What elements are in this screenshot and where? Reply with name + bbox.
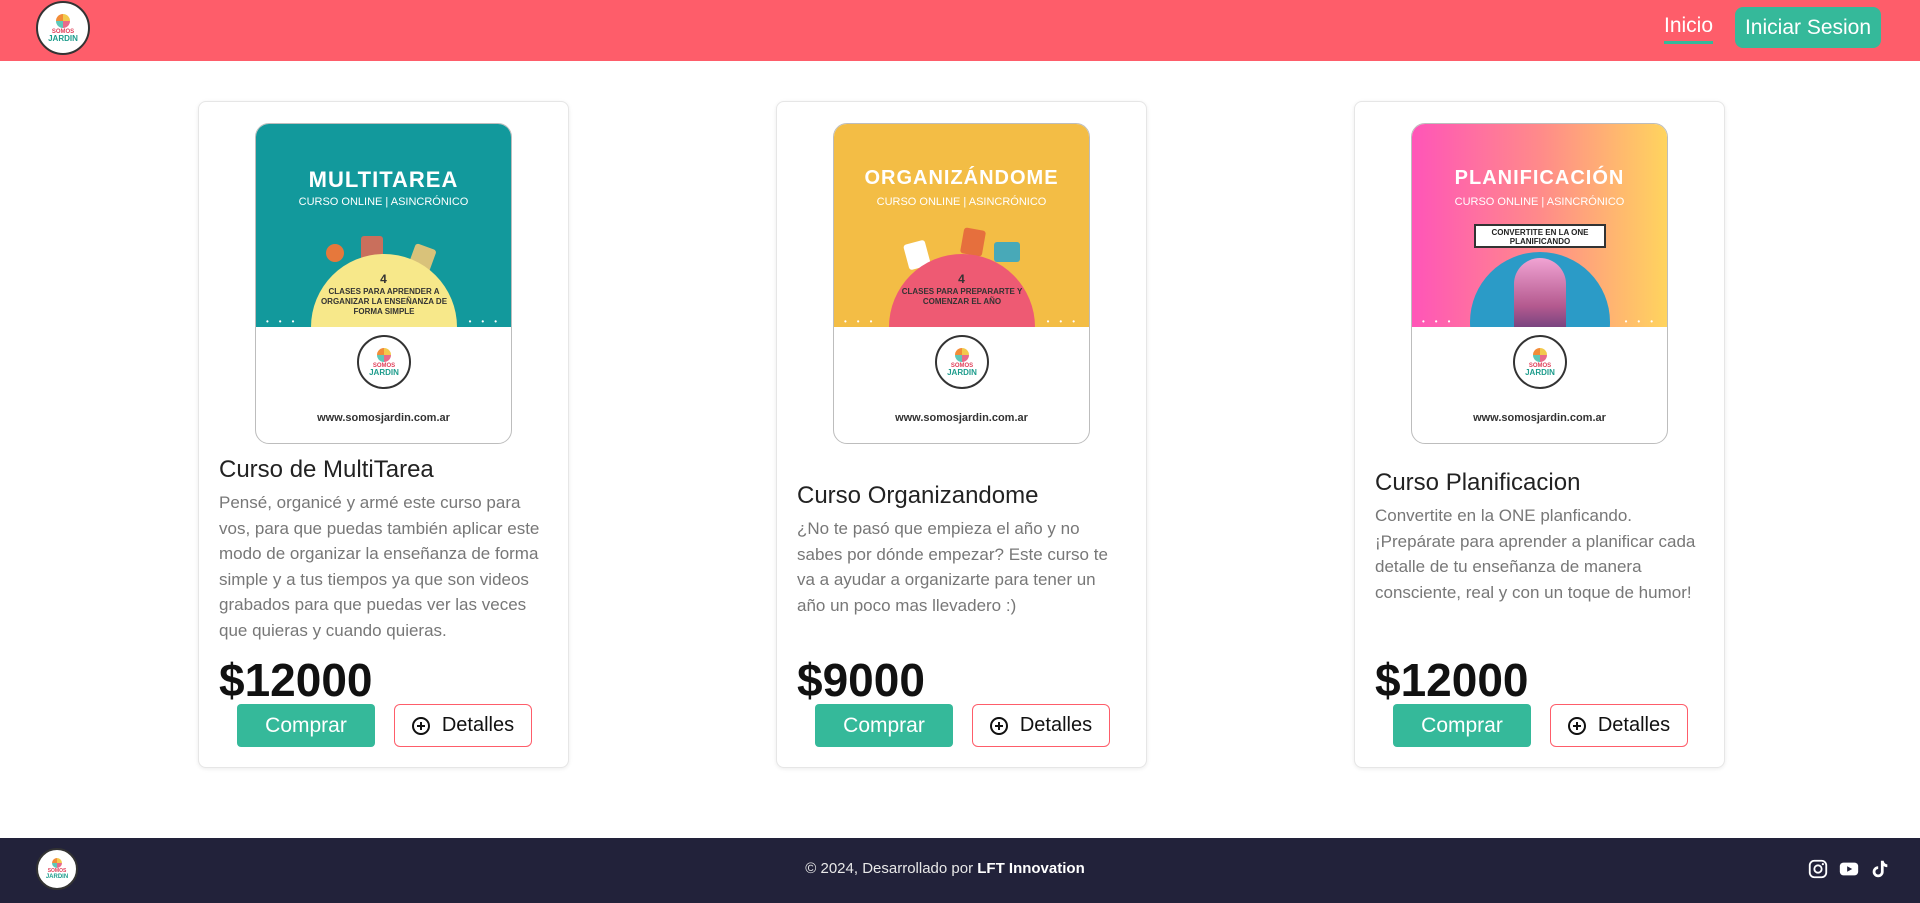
cover-subtitle: CURSO ONLINE | ASINCRÓNICO	[1454, 196, 1625, 208]
cover-banner: PLANIFICACIÓN CURSO ONLINE | ASINCRÓNICO…	[1412, 124, 1667, 327]
logo-text-bottom: JARDIN	[369, 367, 399, 377]
lightbulb-icon	[1533, 347, 1547, 362]
details-button[interactable]: Detalles	[1550, 704, 1688, 747]
course-card-multitarea: MULTITAREA CURSO ONLINE | ASINCRÓNICO 4 …	[198, 101, 569, 768]
course-cover-image: MULTITAREA CURSO ONLINE | ASINCRÓNICO 4 …	[255, 123, 512, 444]
cover-url: www.somosjardin.com.ar	[317, 412, 450, 424]
buy-button[interactable]: Comprar	[815, 704, 953, 747]
cover-caption: CLASES PARA APRENDER A ORGANIZAR LA ENSE…	[320, 287, 448, 316]
course-card-organizandome: ORGANIZÁNDOME CURSO ONLINE | ASINCRÓNICO…	[776, 101, 1147, 768]
copyright-company[interactable]: LFT Innovation	[977, 860, 1084, 877]
course-price: $12000	[1375, 654, 1529, 706]
cover-dots: •••	[1046, 317, 1085, 326]
cover-dots: •••	[266, 317, 305, 326]
instagram-icon[interactable]	[1807, 858, 1829, 880]
nav-link-inicio[interactable]: Inicio	[1664, 14, 1714, 44]
course-description: Convertite en la ONE planficando. ¡Prepá…	[1375, 506, 1696, 602]
cover-banner: ORGANIZÁNDOME CURSO ONLINE | ASINCRÓNICO…	[834, 124, 1089, 327]
cover-logo: SOMOS JARDIN	[935, 335, 989, 389]
copyright-text: © 2024, Desarrollado por LFT Innovation	[0, 860, 1890, 877]
site-logo[interactable]: SOMOS JARDIN	[36, 1, 90, 55]
details-button[interactable]: Detalles	[972, 704, 1110, 747]
logo-text-bottom: JARDIN	[1525, 367, 1555, 377]
cover-title: MULTITAREA	[308, 167, 459, 192]
cover-url: www.somosjardin.com.ar	[1473, 412, 1606, 424]
cover-dots: •••	[844, 317, 883, 326]
tiktok-icon[interactable]	[1869, 858, 1891, 880]
top-navbar: SOMOS JARDIN Inicio Iniciar Sesion	[0, 0, 1920, 61]
portrait-illustration	[1470, 252, 1610, 327]
cover-dots: •••	[468, 317, 507, 326]
youtube-icon[interactable]	[1838, 858, 1860, 880]
course-title: Curso de MultiTarea	[219, 456, 434, 483]
course-title: Curso Planificacion	[1375, 469, 1581, 496]
buy-button[interactable]: Comprar	[1393, 704, 1531, 747]
logo-text-bottom: JARDIN	[947, 367, 977, 377]
buy-button[interactable]: Comprar	[237, 704, 375, 747]
plus-circle-icon	[1567, 716, 1586, 735]
course-title: Curso Organizandome	[797, 482, 1039, 509]
lightbulb-icon	[56, 13, 70, 28]
cover-dots: •••	[1422, 317, 1461, 326]
cover-logo: SOMOS JARDIN	[357, 335, 411, 389]
cover-title: PLANIFICACIÓN	[1454, 167, 1625, 189]
details-label: Detalles	[441, 714, 515, 736]
cover-caption: CLASES PARA PREPARARTE Y COMENZAR EL AÑO	[901, 287, 1023, 306]
cover-url: www.somosjardin.com.ar	[895, 412, 1028, 424]
lightbulb-icon	[955, 347, 969, 362]
logo-text-bottom: JARDIN	[48, 33, 78, 43]
notebook-icon	[959, 227, 987, 257]
details-button[interactable]: Detalles	[394, 704, 532, 747]
cover-number: 4	[380, 272, 387, 286]
laptop-icon	[994, 242, 1020, 262]
course-cover-image: PLANIFICACIÓN CURSO ONLINE | ASINCRÓNICO…	[1411, 123, 1668, 444]
cover-number: 4	[958, 272, 965, 286]
copyright-prefix: © 2024, Desarrollado por	[805, 860, 978, 877]
site-footer: SOMOS JARDIN © 2024, Desarrollado por LF…	[0, 838, 1920, 903]
plus-circle-icon	[989, 716, 1008, 735]
plus-circle-icon	[411, 716, 430, 735]
details-label: Detalles	[1019, 714, 1093, 736]
cover-badge: CONVERTITE EN LA ONE PLANIFICANDO	[1474, 224, 1606, 248]
course-price: $9000	[797, 654, 925, 706]
course-description: Pensé, organicé y armé este curso para v…	[219, 493, 540, 640]
cover-title: ORGANIZÁNDOME	[864, 167, 1059, 189]
course-price: $12000	[219, 654, 373, 706]
cover-subtitle: CURSO ONLINE | ASINCRÓNICO	[876, 196, 1047, 208]
lightbulb-icon	[377, 347, 391, 362]
kid-icon	[326, 244, 344, 262]
cover-subtitle: CURSO ONLINE | ASINCRÓNICO	[298, 196, 469, 208]
course-description: ¿No te pasó que empieza el año y no sabe…	[797, 519, 1108, 615]
course-cover-image: ORGANIZÁNDOME CURSO ONLINE | ASINCRÓNICO…	[833, 123, 1090, 444]
portrait-figure	[1514, 258, 1566, 327]
cover-banner: MULTITAREA CURSO ONLINE | ASINCRÓNICO 4 …	[256, 124, 511, 327]
details-label: Detalles	[1597, 714, 1671, 736]
cover-dots: •••	[1624, 317, 1663, 326]
cover-logo: SOMOS JARDIN	[1513, 335, 1567, 389]
course-card-planificacion: PLANIFICACIÓN CURSO ONLINE | ASINCRÓNICO…	[1354, 101, 1725, 768]
login-button[interactable]: Iniciar Sesion	[1735, 7, 1881, 48]
